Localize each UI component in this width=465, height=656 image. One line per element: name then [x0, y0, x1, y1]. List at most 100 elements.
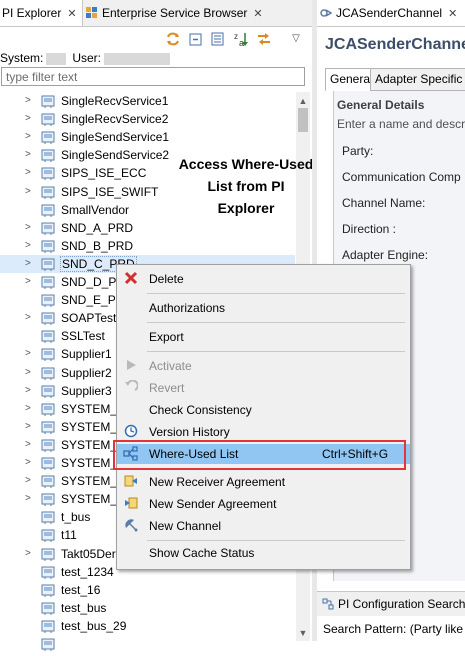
expand-chevron-icon[interactable]: > — [25, 164, 35, 182]
menu-separator — [147, 293, 405, 294]
system-label: System: — [0, 51, 44, 65]
expand-chevron-icon[interactable]: > — [25, 364, 35, 382]
expand-chevron-icon[interactable]: > — [25, 545, 35, 563]
business-system-icon — [41, 420, 56, 434]
menu-item-revert[interactable]: Revert — [117, 378, 410, 398]
tree-item[interactable]: > SND_B_PRD — [0, 237, 295, 255]
expand-chevron-icon[interactable]: > — [25, 436, 35, 454]
sort-az-icon[interactable]: za — [233, 31, 249, 48]
expand-chevron-icon[interactable]: > — [25, 454, 35, 472]
menu-item-new-sender-agreement[interactable]: New Sender Agreement — [117, 494, 410, 514]
tree-item[interactable]: test_16 — [0, 581, 295, 599]
tree-item-label: test_bus — [61, 600, 107, 615]
expand-chevron-icon[interactable]: > — [25, 237, 35, 255]
sync-icon[interactable] — [165, 31, 181, 47]
expand-chevron-icon[interactable]: > — [25, 219, 35, 237]
tree-item-label: SND_B_PRD — [61, 238, 134, 253]
tree-item[interactable]: test_bus_29 — [0, 617, 295, 635]
expand-chevron-icon[interactable]: > — [25, 255, 35, 273]
sender-agreement-icon — [123, 496, 139, 512]
scroll-up-icon[interactable]: ▲ — [296, 94, 310, 108]
collapse-icon[interactable] — [188, 31, 204, 47]
scroll-down-icon[interactable]: ▼ — [296, 626, 310, 640]
tree-item[interactable]: > SND_A_PRD — [0, 219, 295, 237]
business-system-icon — [41, 275, 56, 289]
menu-item-check-consistency[interactable]: Check Consistency — [117, 400, 410, 420]
business-system-icon — [41, 384, 56, 398]
tree-item-label: t11 — [61, 528, 77, 543]
expand-chevron-icon[interactable]: > — [25, 345, 35, 363]
menu-item-version-history[interactable]: Version History — [117, 422, 410, 442]
filter-input[interactable] — [1, 67, 305, 86]
business-system-icon — [41, 221, 56, 235]
menu-item-show-cache-status[interactable]: Show Cache Status — [117, 543, 410, 563]
tree-item-label: test_bus_29 — [61, 618, 127, 633]
expand-chevron-icon[interactable]: > — [25, 382, 35, 400]
link-editor-icon[interactable] — [256, 31, 272, 47]
expand-chevron-icon[interactable]: > — [25, 146, 35, 164]
channel-icon — [320, 2, 333, 17]
expand-chevron-icon[interactable]: > — [25, 418, 35, 436]
menu-item-delete[interactable]: Delete — [117, 269, 410, 289]
expand-chevron-icon[interactable]: > — [25, 183, 35, 201]
tree-item[interactable]: test_bus — [0, 599, 295, 617]
expand-chevron-icon[interactable]: > — [25, 472, 35, 490]
field-direction: Direction : — [342, 222, 397, 236]
expand-chevron-icon[interactable]: > — [25, 92, 35, 110]
menu-item-new-receiver-agreement[interactable]: New Receiver Agreement — [117, 472, 410, 492]
expand-chevron-icon[interactable]: > — [25, 400, 35, 418]
business-system-icon — [41, 203, 56, 217]
tab-pi-explorer[interactable]: PI Explorer ✕ — [0, 0, 83, 26]
field-party: Party: — [342, 144, 374, 158]
filter-icon[interactable] — [210, 31, 226, 47]
menu-item-export[interactable]: Export — [117, 327, 410, 347]
close-icon[interactable]: ✕ — [448, 8, 457, 20]
tree-item[interactable]: > SingleRecvService2 — [0, 110, 295, 128]
business-system-icon — [41, 438, 56, 452]
tab-jca-sender-channel[interactable]: JCASenderChannel ✕ — [317, 0, 465, 26]
business-system-icon — [41, 112, 56, 127]
business-system-icon — [41, 474, 56, 489]
menu-item-new-channel[interactable]: New Channel — [117, 516, 410, 536]
revert-icon — [123, 379, 139, 396]
user-value-redacted — [104, 52, 171, 65]
field-adapter-engine: Adapter Engine: — [342, 248, 429, 262]
tree-item[interactable]: > SingleRecvService1 — [0, 92, 295, 110]
tree-item-label: SmallVendor — [61, 202, 130, 217]
menu-separator — [147, 351, 405, 352]
tree-item-label: SOAPTest — [61, 311, 117, 326]
activate-arrow-icon — [123, 358, 139, 374]
tree-item[interactable]: > SingleSendService1 — [0, 128, 295, 146]
editor-tab-bar: JCASenderChannel ✕ — [317, 0, 465, 27]
tab-enterprise-service-browser[interactable]: Enterprise Service Browser ✕ — [86, 0, 312, 26]
expand-chevron-icon[interactable]: > — [25, 128, 35, 146]
menu-item-activate[interactable]: Activate — [117, 356, 410, 376]
tree-item[interactable] — [0, 635, 295, 653]
business-system-icon — [41, 293, 56, 308]
tree-item-label: Supplier2 — [61, 365, 112, 380]
expand-chevron-icon[interactable]: > — [25, 110, 35, 128]
close-icon[interactable]: ✕ — [253, 8, 262, 20]
business-system-icon — [41, 583, 56, 597]
tab-channel-label: JCASenderChannel — [336, 6, 443, 20]
tree-item-label: SYSTEM_0 — [61, 401, 124, 416]
tree-item-label: SingleSendService2 — [61, 148, 170, 163]
tree-item-label: SIPS_ISE_ECC — [61, 166, 147, 181]
view-menu-icon[interactable]: ▽ — [288, 31, 304, 47]
field-channel-name: Channel Name: — [342, 196, 426, 210]
search-icon — [322, 594, 334, 610]
menu-item-authorizations[interactable]: Authorizations — [117, 298, 410, 318]
expand-chevron-icon[interactable]: > — [25, 273, 35, 291]
expand-chevron-icon[interactable]: > — [25, 309, 35, 327]
business-system-icon — [41, 257, 56, 271]
subtab-adapter-specific[interactable]: Adapter Specific — [370, 68, 465, 91]
menu-item-label: Authorizations — [149, 301, 226, 315]
tab-pi-configuration-search[interactable]: PI Configuration Search — [317, 591, 465, 616]
esb-icon — [86, 2, 98, 18]
business-system-icon — [41, 601, 56, 615]
close-icon[interactable]: ✕ — [67, 8, 76, 20]
tab-esb-label: Enterprise Service Browser — [102, 6, 248, 20]
expand-chevron-icon[interactable]: > — [25, 490, 35, 508]
scroll-thumb[interactable] — [298, 108, 308, 132]
menu-item-label: Version History — [149, 425, 230, 439]
